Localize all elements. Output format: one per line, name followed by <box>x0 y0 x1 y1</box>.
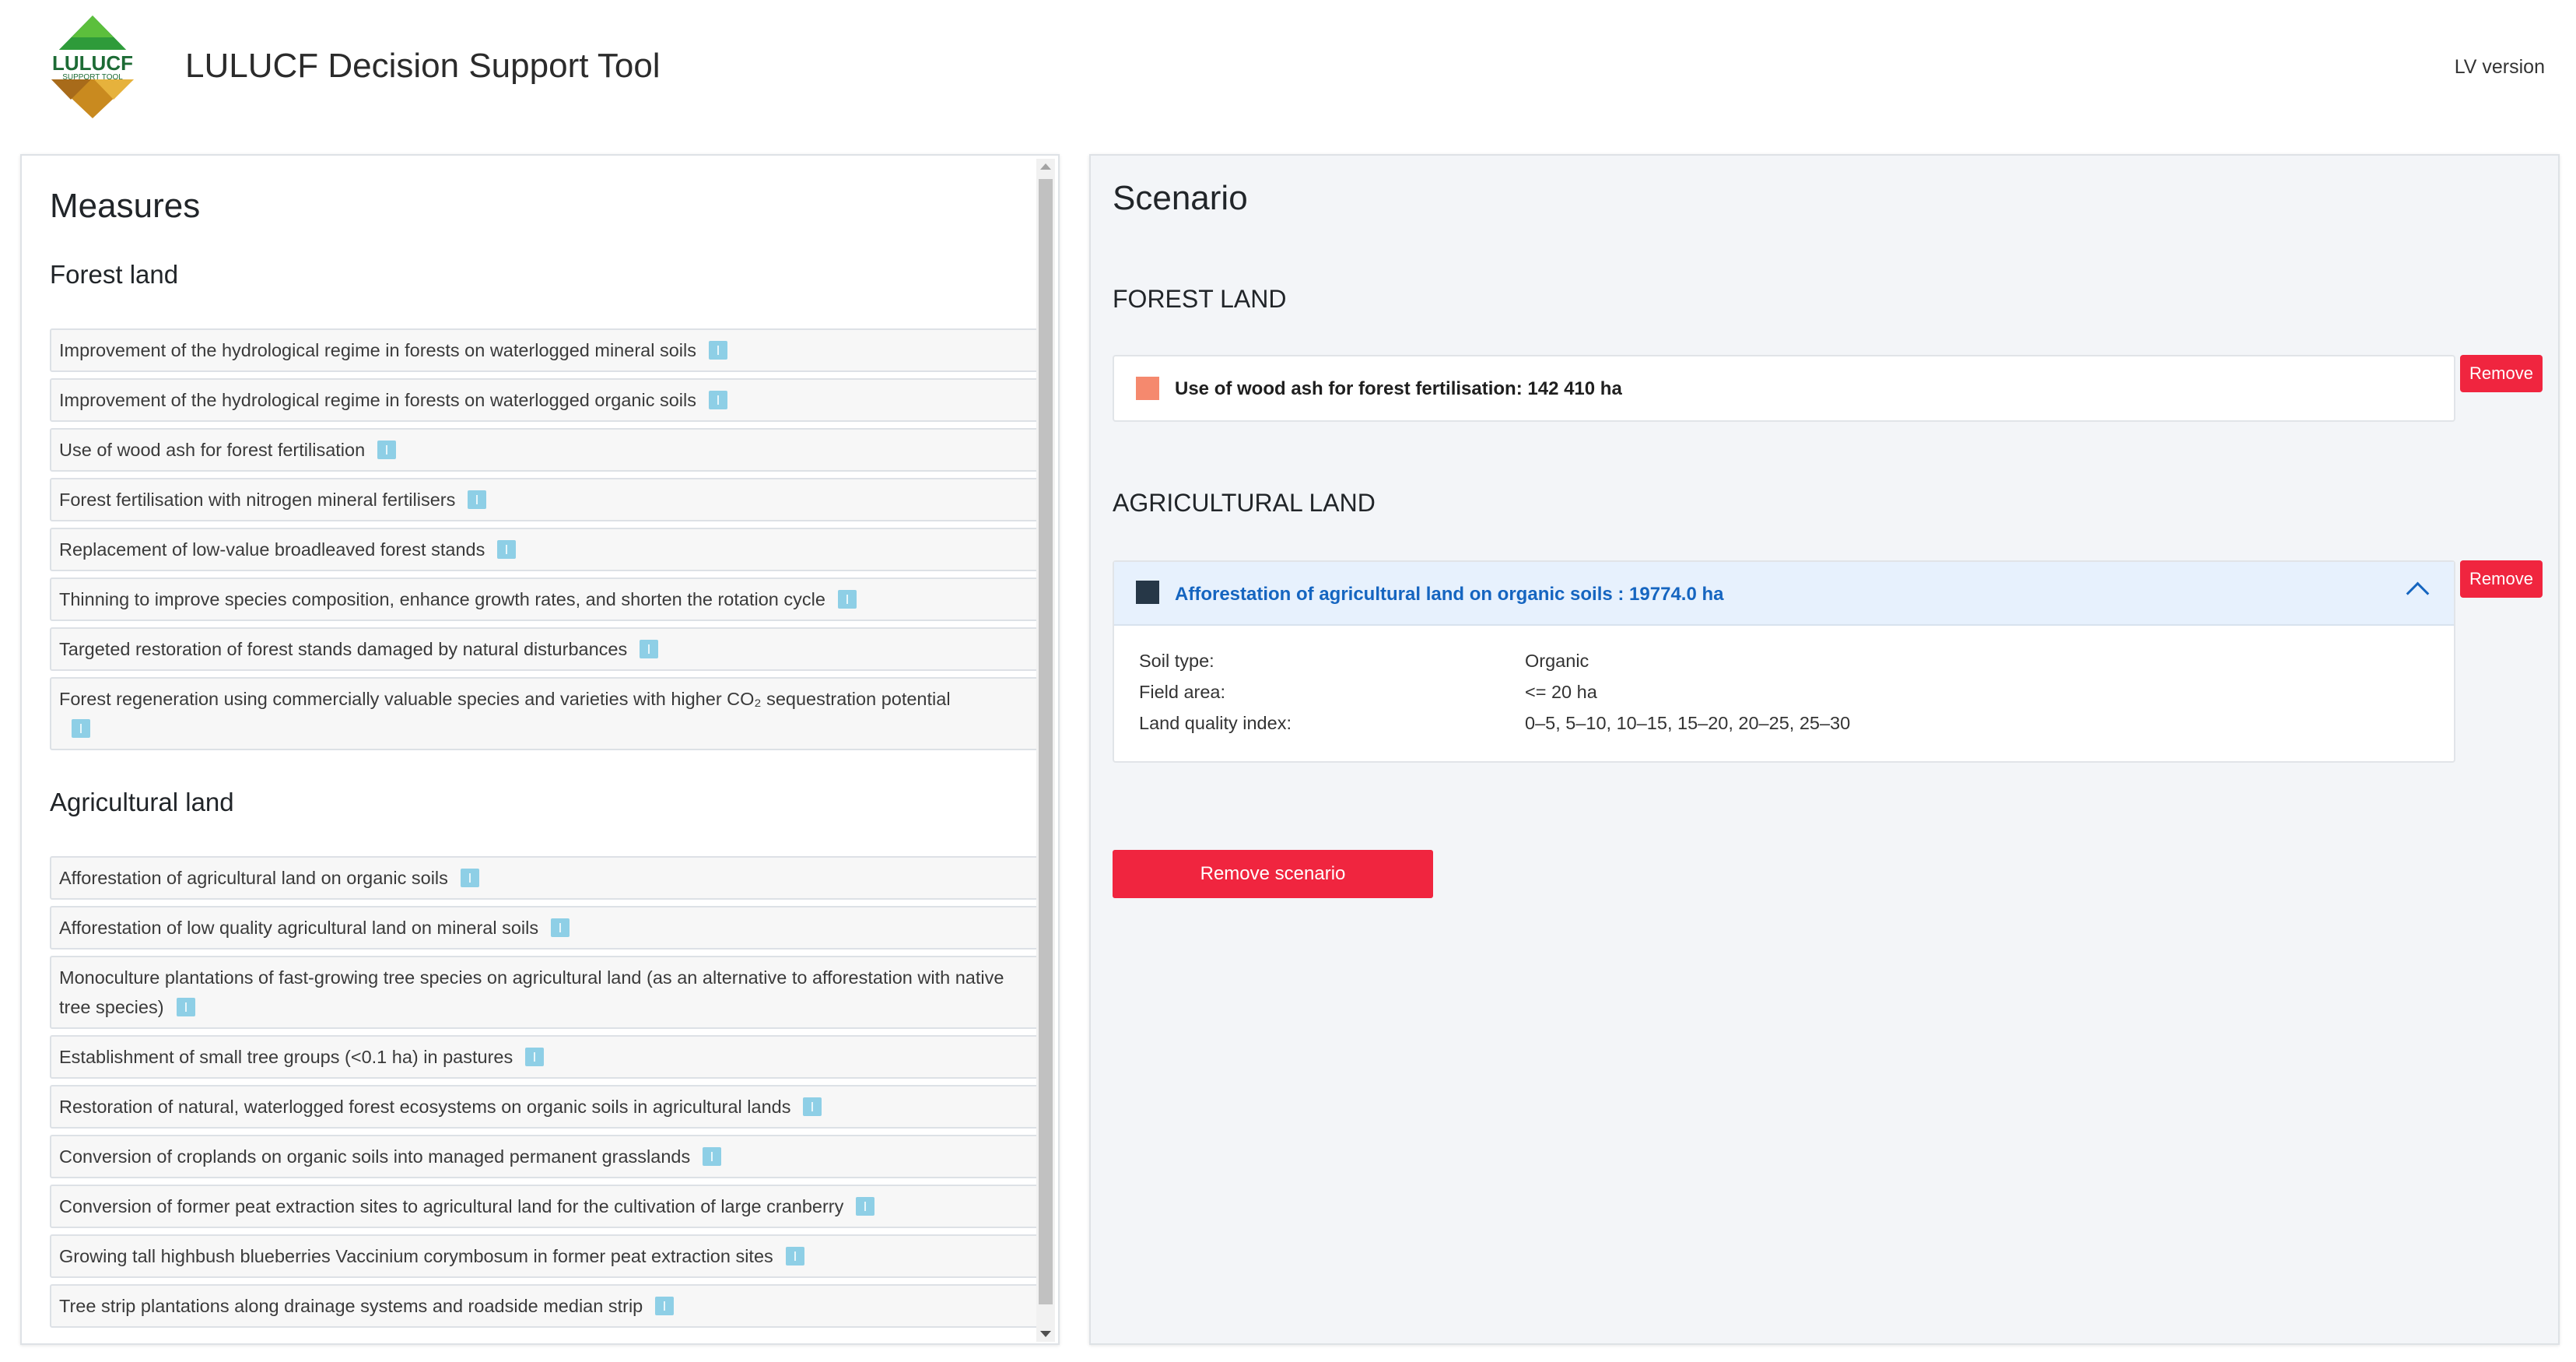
remove-agricultural-measure-button[interactable]: Remove <box>2460 560 2543 598</box>
info-icon[interactable] <box>703 1146 722 1166</box>
scenario-agricultural-measure-label[interactable]: Afforestation of agricultural land on or… <box>1175 584 1723 606</box>
measure-label: Thinning to improve species composition,… <box>59 589 825 609</box>
measure-label: Improvement of the hydrological regime i… <box>59 390 697 410</box>
agricultural-measures-list: Afforestation of agricultural land on or… <box>50 856 1041 1334</box>
measure-color-swatch <box>1136 377 1159 400</box>
measure-item[interactable]: Conversion of former peat extraction sit… <box>50 1185 1041 1228</box>
measure-item[interactable]: Use of wood ash for forest fertilisation <box>50 428 1041 472</box>
info-icon[interactable] <box>497 539 517 559</box>
measure-label: Forest regeneration using commercially v… <box>59 689 951 709</box>
measures-title: Measures <box>50 187 201 225</box>
info-icon[interactable] <box>655 1296 675 1315</box>
info-icon[interactable] <box>551 918 570 937</box>
measure-label: Tree strip plantations along drainage sy… <box>59 1296 643 1316</box>
measures-panel: Measures Forest land Improvement of the … <box>20 154 1060 1345</box>
scenario-forest-measure-label: Use of wood ash for forest fertilisation… <box>1175 378 1622 399</box>
info-icon[interactable] <box>709 390 728 409</box>
measure-color-swatch <box>1136 581 1159 604</box>
info-icon[interactable] <box>525 1047 545 1066</box>
measure-item[interactable]: Forest fertilisation with nitrogen miner… <box>50 478 1041 521</box>
agricultural-land-title: Agricultural land <box>50 788 234 816</box>
measure-item[interactable]: Monoculture plantations of fast-growing … <box>50 956 1041 1029</box>
scenario-panel: Scenario FOREST LAND Use of wood ash for… <box>1089 154 2560 1345</box>
accordion-header[interactable]: Afforestation of agricultural land on or… <box>1114 562 2454 626</box>
info-icon[interactable] <box>785 1246 804 1265</box>
app-title: LULUCF Decision Support Tool <box>185 47 661 85</box>
measure-label: Use of wood ash for forest fertilisation <box>59 440 366 460</box>
info-icon[interactable] <box>708 340 727 360</box>
field-area-label: Field area: <box>1139 682 1226 702</box>
measure-item[interactable]: Improvement of the hydrological regime i… <box>50 378 1041 422</box>
soil-type-value: Organic <box>1525 651 1589 671</box>
measure-label: Establishment of small tree groups (<0.1… <box>59 1047 513 1067</box>
measure-item[interactable]: Afforestation of agricultural land on or… <box>50 856 1041 900</box>
measure-item[interactable]: Forest regeneration using commercially v… <box>50 677 1041 750</box>
scroll-thumb[interactable] <box>1039 179 1053 1304</box>
measure-label: Targeted restoration of forest stands da… <box>59 639 628 659</box>
measure-item[interactable]: Afforestation of low quality agricultura… <box>50 906 1041 950</box>
language-switch-link[interactable]: LV version <box>2455 56 2545 79</box>
measure-item[interactable]: Growing tall highbush blueberries Vaccin… <box>50 1234 1041 1278</box>
measure-label: Afforestation of low quality agricultura… <box>59 918 539 938</box>
measure-label: Monoculture plantations of fast-growing … <box>59 967 1004 1017</box>
info-icon[interactable] <box>640 639 659 658</box>
measure-label: Growing tall highbush blueberries Vaccin… <box>59 1246 773 1266</box>
info-icon[interactable] <box>803 1097 822 1116</box>
info-icon[interactable] <box>176 997 195 1016</box>
measure-item[interactable]: Restoration of natural, waterlogged fore… <box>50 1085 1041 1129</box>
land-quality-index-label: Land quality index: <box>1139 713 1292 733</box>
land-quality-index-value: 0–5, 5–10, 10–15, 15–20, 20–25, 25–30 <box>1525 713 1851 733</box>
measure-label: Replacement of low-value broadleaved for… <box>59 539 485 560</box>
measure-label: Forest fertilisation with nitrogen miner… <box>59 490 456 510</box>
logo-subtext: SUPPORT TOOL <box>62 73 123 82</box>
scenario-title: Scenario <box>1113 179 1248 217</box>
remove-forest-measure-button[interactable]: Remove <box>2460 355 2543 392</box>
forest-measures-list: Improvement of the hydrological regime i… <box>50 328 1041 756</box>
measure-item[interactable]: Replacement of low-value broadleaved for… <box>50 528 1041 571</box>
forest-land-title: Forest land <box>50 260 179 289</box>
soil-type-label: Soil type: <box>1139 651 1214 671</box>
chevron-up-icon[interactable] <box>2406 581 2430 606</box>
scenario-forest-card: Use of wood ash for forest fertilisation… <box>1113 355 2455 422</box>
field-area-value: <= 20 ha <box>1525 682 1597 702</box>
measure-label: Restoration of natural, waterlogged fore… <box>59 1097 791 1117</box>
measure-item[interactable]: Targeted restoration of forest stands da… <box>50 627 1041 671</box>
measure-item[interactable]: Thinning to improve species composition,… <box>50 577 1041 621</box>
measure-item[interactable]: Conversion of croplands on organic soils… <box>50 1135 1041 1178</box>
measure-label: Conversion of croplands on organic soils… <box>59 1146 691 1167</box>
measure-item[interactable]: Tree strip plantations along drainage sy… <box>50 1284 1041 1328</box>
measure-item[interactable]: Improvement of the hydrological regime i… <box>50 328 1041 372</box>
info-icon[interactable] <box>837 589 857 609</box>
info-icon[interactable] <box>460 868 479 887</box>
measure-label: Afforestation of agricultural land on or… <box>59 868 448 888</box>
info-icon[interactable] <box>856 1196 875 1216</box>
lulucf-logo: LULUCF SUPPORT TOOL <box>40 14 145 120</box>
scroll-down-icon[interactable] <box>1040 1331 1051 1337</box>
measure-label: Conversion of former peat extraction sit… <box>59 1196 844 1216</box>
logo-text: LULUCF <box>52 51 133 75</box>
remove-scenario-button[interactable]: Remove scenario <box>1113 850 1433 898</box>
logo-graphic: LULUCF SUPPORT TOOL <box>40 16 145 118</box>
measures-scrollbar[interactable] <box>1036 159 1055 1342</box>
measure-label: Improvement of the hydrological regime i… <box>59 340 696 360</box>
info-icon[interactable] <box>468 490 487 509</box>
scenario-agricultural-card: Afforestation of agricultural land on or… <box>1113 560 2455 763</box>
scenario-forest-title: FOREST LAND <box>1113 285 1287 313</box>
info-icon[interactable] <box>72 718 90 738</box>
scenario-agricultural-title: AGRICULTURAL LAND <box>1113 489 1376 517</box>
info-icon[interactable] <box>377 440 397 459</box>
measure-item[interactable]: Establishment of small tree groups (<0.1… <box>50 1035 1041 1079</box>
scroll-up-icon[interactable] <box>1040 163 1051 170</box>
